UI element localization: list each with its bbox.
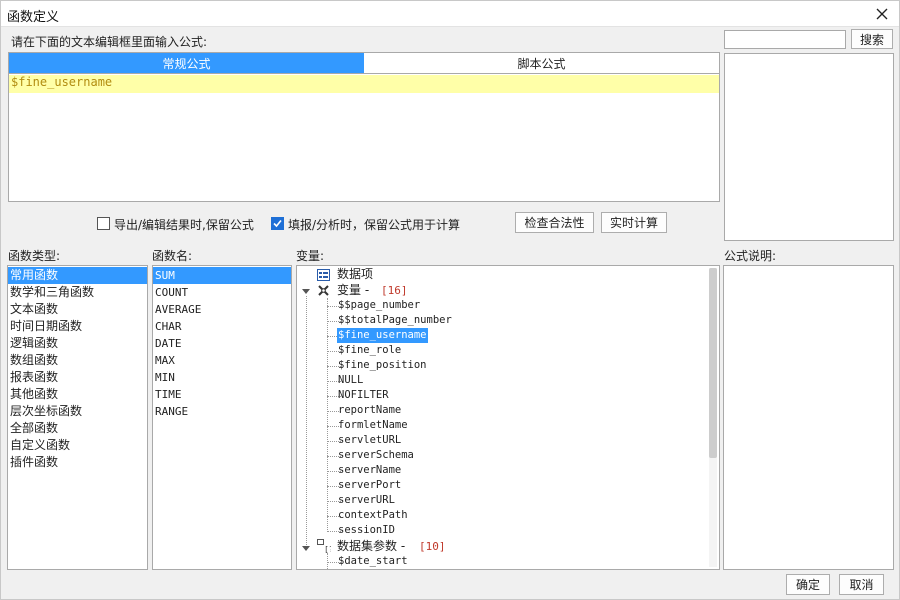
- tree-leaf[interactable]: $$totalPage_number: [337, 313, 453, 328]
- variables-tree[interactable]: 数据项 变量 - [16] $$page_number $$totalPage_…: [296, 265, 720, 570]
- expand-arrow-icon[interactable]: [302, 545, 310, 553]
- list-item[interactable]: 层次坐标函数: [8, 403, 147, 420]
- list-item[interactable]: COUNT: [153, 284, 291, 301]
- list-item[interactable]: 文本函数: [8, 301, 147, 318]
- export-keep-checkbox[interactable]: [97, 217, 110, 230]
- function-names-label: 函数名:: [152, 249, 193, 263]
- tree-leaf[interactable]: NOFILTER: [337, 388, 390, 403]
- search-button[interactable]: 搜索: [851, 29, 893, 49]
- tree-leaf[interactable]: $fine_username: [337, 328, 428, 343]
- function-definition-dialog: 函数定义 请在下面的文本编辑框里面输入公式: 搜索 常规公式 脚本公式 $fin…: [0, 0, 900, 600]
- fill-keep-checkbox[interactable]: [271, 217, 284, 230]
- list-item[interactable]: SUM: [153, 267, 291, 284]
- tree-leaf[interactable]: servletURL: [337, 433, 402, 448]
- window-title: 函数定义: [7, 10, 60, 25]
- variable-count: [16]: [381, 284, 408, 297]
- function-types-label: 函数类型:: [8, 249, 61, 263]
- variable-icon: [318, 285, 329, 296]
- list-item[interactable]: MAX: [153, 352, 291, 369]
- dataset-param-icon: [?]: [317, 539, 331, 553]
- export-keep-label: 导出/编辑结果时,保留公式: [114, 218, 254, 232]
- tree-leaf[interactable]: $fine_position: [337, 358, 428, 373]
- data-item-icon: [317, 269, 330, 281]
- search-input[interactable]: [724, 30, 846, 49]
- tree-node-label: 数据项: [337, 267, 374, 281]
- list-item[interactable]: MIN: [153, 369, 291, 386]
- variables-label: 变量:: [296, 249, 325, 263]
- formula-editor[interactable]: $fine_username: [8, 74, 720, 202]
- realtime-calc-button[interactable]: 实时计算: [601, 212, 667, 233]
- list-item[interactable]: RANGE: [153, 403, 291, 420]
- function-types-list[interactable]: 常用函数 数学和三角函数 文本函数 时间日期函数 逻辑函数 数组函数 报表函数 …: [7, 265, 148, 570]
- fill-keep-label: 填报/分析时，保留公式用于计算: [288, 218, 461, 232]
- tree-leaf[interactable]: serverPort: [337, 478, 402, 493]
- formula-tabs: 常规公式 脚本公式: [8, 52, 720, 74]
- checkmark-icon: [273, 219, 282, 228]
- list-item[interactable]: DATE: [153, 335, 291, 352]
- tree-leaf[interactable]: formletName: [337, 418, 409, 433]
- title-bar: 函数定义: [1, 1, 899, 27]
- list-item[interactable]: 报表函数: [8, 369, 147, 386]
- tab-regular-formula[interactable]: 常规公式: [9, 53, 364, 73]
- list-item[interactable]: 数组函数: [8, 352, 147, 369]
- variables-scrollbar[interactable]: [709, 268, 717, 567]
- function-names-list[interactable]: SUM COUNT AVERAGE CHAR DATE MAX MIN TIME…: [152, 265, 292, 570]
- prompt-label: 请在下面的文本编辑框里面输入公式:: [11, 35, 208, 49]
- svg-text:[?]: [?]: [324, 545, 331, 553]
- list-item[interactable]: 插件函数: [8, 454, 147, 471]
- list-item[interactable]: 自定义函数: [8, 437, 147, 454]
- list-item[interactable]: 常用函数: [8, 267, 147, 284]
- tree-leaf[interactable]: serverURL: [337, 493, 396, 508]
- tree-leaf[interactable]: $date_start: [337, 554, 409, 569]
- current-line-highlight: [9, 75, 719, 93]
- tree-node-label: 变量 -: [337, 283, 370, 297]
- list-item[interactable]: 时间日期函数: [8, 318, 147, 335]
- cancel-button[interactable]: 取消: [839, 574, 884, 595]
- expand-arrow-icon[interactable]: [302, 288, 310, 296]
- tree-leaf[interactable]: NULL: [337, 373, 364, 388]
- tab-script-formula[interactable]: 脚本公式: [364, 53, 719, 73]
- list-item[interactable]: 全部函数: [8, 420, 147, 437]
- list-item[interactable]: 其他函数: [8, 386, 147, 403]
- ok-button[interactable]: 确定: [786, 574, 830, 595]
- tree-leaf[interactable]: sessionID: [337, 523, 396, 538]
- list-item[interactable]: 逻辑函数: [8, 335, 147, 352]
- search-results-panel[interactable]: [724, 53, 894, 241]
- check-validity-button[interactable]: 检查合法性: [515, 212, 594, 233]
- tree-leaf[interactable]: serverName: [337, 463, 402, 478]
- tree-guide-line: [306, 296, 307, 549]
- tree-guide-line: [327, 298, 328, 532]
- description-label: 公式说明:: [724, 249, 777, 263]
- tree-leaf[interactable]: serverSchema: [337, 448, 415, 463]
- list-item[interactable]: CHAR: [153, 318, 291, 335]
- tree-leaf[interactable]: $$page_number: [337, 298, 421, 313]
- dataset-count: [10]: [419, 540, 446, 553]
- tree-leaf[interactable]: contextPath: [337, 508, 409, 523]
- tree-leaf[interactable]: $fine_role: [337, 343, 402, 358]
- close-icon[interactable]: [871, 3, 893, 25]
- tree-node-label: 数据集参数 -: [337, 539, 406, 553]
- tree-leaf[interactable]: reportName: [337, 403, 402, 418]
- list-item[interactable]: 数学和三角函数: [8, 284, 147, 301]
- list-item[interactable]: AVERAGE: [153, 301, 291, 318]
- scrollbar-thumb[interactable]: [709, 268, 717, 458]
- formula-description-panel: [723, 265, 894, 570]
- list-item[interactable]: TIME: [153, 386, 291, 403]
- formula-text: $fine_username: [11, 75, 113, 89]
